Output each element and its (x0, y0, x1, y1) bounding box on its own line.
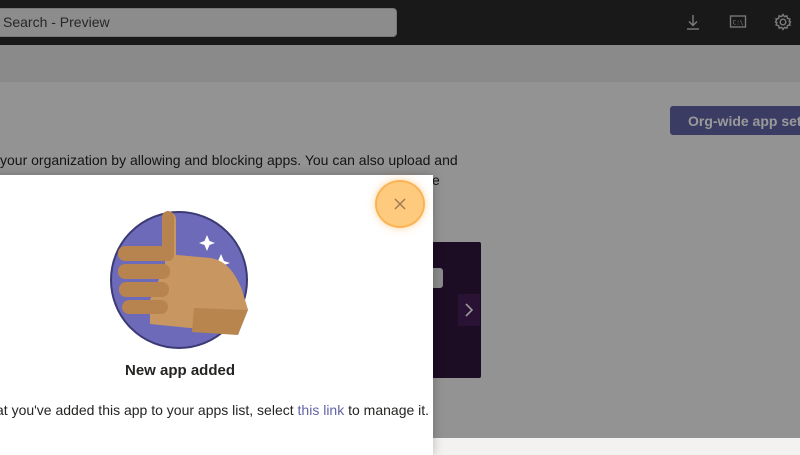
manage-app-link[interactable]: this link (298, 402, 345, 418)
thumbs-up-illustration (110, 200, 250, 350)
dialog-title: New app added (124, 362, 236, 379)
dialog-close-button[interactable] (375, 180, 425, 228)
close-icon (394, 198, 406, 210)
dialog-body: at you've added this app to your apps li… (0, 402, 429, 418)
dialog-body-suffix: to manage it. (344, 402, 430, 418)
dialog-body-text: at you've added this app to your apps li… (0, 402, 298, 418)
